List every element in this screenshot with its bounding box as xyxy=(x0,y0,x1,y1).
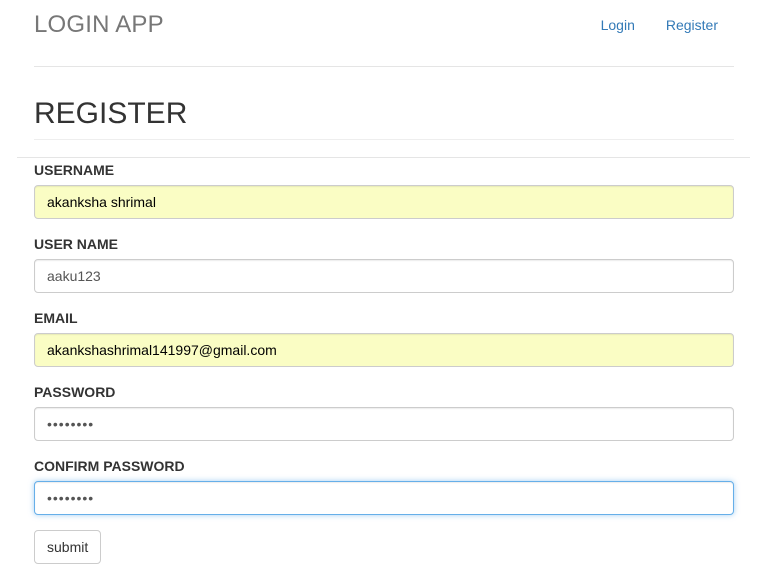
navbar: LOGIN APP Login Register xyxy=(34,0,734,67)
nav-links: Login Register xyxy=(601,17,718,33)
confirm-password-group: CONFIRM PASSWORD xyxy=(34,458,734,532)
form-divider xyxy=(17,157,750,158)
register-page: LOGIN APP Login Register REGISTER USERNA… xyxy=(0,0,782,567)
submit-button[interactable]: submit xyxy=(34,530,102,564)
nav-login-link[interactable]: Login xyxy=(601,17,635,33)
register-form: USERNAME USER NAME EMAIL PASSWORD CONFIR… xyxy=(34,162,734,532)
username-input[interactable] xyxy=(34,185,734,219)
nav-register-link[interactable]: Register xyxy=(666,17,718,33)
email-label: EMAIL xyxy=(34,310,78,326)
username-label: USERNAME xyxy=(34,162,115,178)
password-input[interactable] xyxy=(34,407,734,441)
page-title: REGISTER xyxy=(34,95,734,140)
password-group: PASSWORD xyxy=(34,384,734,458)
password-label: PASSWORD xyxy=(34,384,116,400)
username-group: USERNAME xyxy=(34,162,734,236)
confirm-password-label: CONFIRM PASSWORD xyxy=(34,458,185,474)
email-input[interactable] xyxy=(34,333,734,367)
confirm-password-input[interactable] xyxy=(34,481,734,515)
email-group: EMAIL xyxy=(34,310,734,384)
user-name-input[interactable] xyxy=(34,259,734,293)
user-name-group: USER NAME xyxy=(34,236,734,310)
brand-title[interactable]: LOGIN APP xyxy=(34,11,164,39)
user-name-label: USER NAME xyxy=(34,236,119,252)
